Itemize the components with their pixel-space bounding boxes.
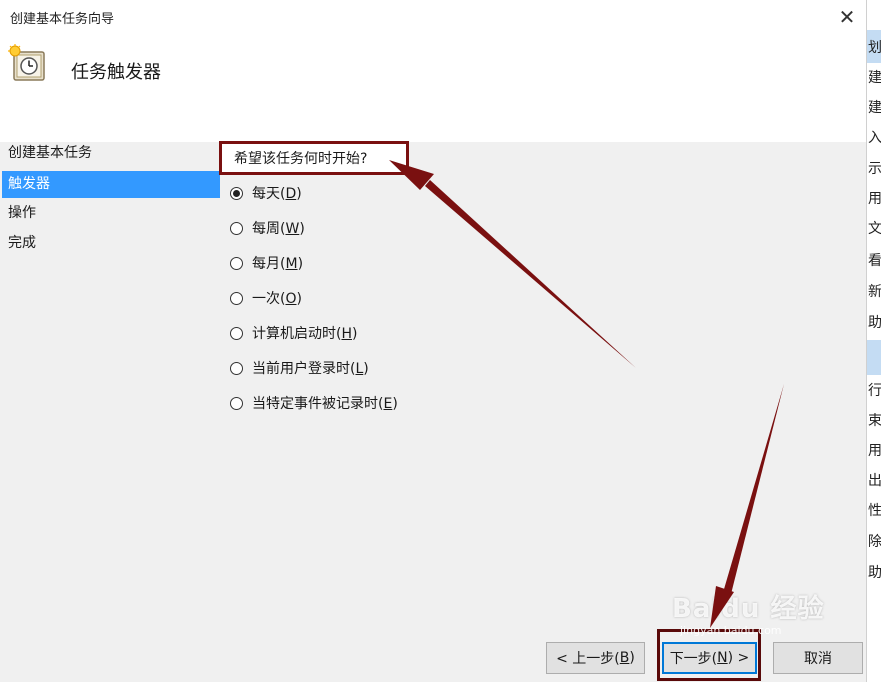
wizard-header: 任务触发器 (0, 34, 866, 142)
radio-at-startup[interactable]: 计算机启动时(H) (230, 321, 357, 345)
background-item: 示 (868, 161, 881, 177)
access-key: B (619, 650, 630, 666)
radio-button[interactable] (230, 291, 243, 305)
background-selection (867, 340, 881, 375)
label-text: 一次( (252, 291, 286, 307)
radio-button[interactable] (230, 396, 243, 410)
label-text: 每天( (252, 186, 286, 202)
nav-item-create-basic-task[interactable]: 创建基本任务 (2, 140, 220, 167)
button-label: < 上一步( (556, 651, 620, 667)
nav-item-label: 完成 (8, 235, 36, 251)
radio-button[interactable] (230, 361, 243, 375)
button-label: ) > (727, 650, 750, 666)
radio-label: 每天(D) (252, 183, 302, 203)
label-text: ) (296, 186, 302, 202)
background-item: 助 (868, 565, 881, 581)
page-title: 任务触发器 (71, 62, 161, 83)
background-item: 建 (868, 70, 881, 86)
radio-weekly[interactable]: 每周(W) (230, 216, 305, 240)
radio-button[interactable] (230, 221, 243, 235)
label-text: ) (299, 221, 305, 237)
back-button[interactable]: < 上一步(B) (546, 642, 645, 674)
radio-label: 每周(W) (252, 218, 305, 238)
nav-item-finish[interactable]: 完成 (2, 230, 220, 257)
radio-label: 一次(O) (252, 288, 302, 308)
background-item: 建 (868, 100, 881, 116)
close-button[interactable]: ✕ (832, 3, 862, 31)
access-key: D (285, 186, 297, 202)
access-key: H (341, 326, 352, 342)
radio-at-logon[interactable]: 当前用户登录时(L) (230, 356, 369, 380)
radio-label: 每月(M) (252, 253, 303, 273)
background-item: 除 (868, 534, 881, 550)
label-text: 当前用户登录时( (252, 361, 356, 377)
scheduled-task-clock-icon (8, 44, 45, 81)
window-title: 创建基本任务向导 (10, 12, 115, 27)
background-item: 助 (868, 315, 881, 331)
radio-button[interactable] (230, 326, 243, 340)
question-label: 希望该任务何时开始? (234, 151, 368, 167)
access-key: N (717, 650, 728, 666)
label-text: 每周( (252, 221, 286, 237)
nav-item-label: 创建基本任务 (8, 145, 92, 161)
radio-once[interactable]: 一次(O) (230, 286, 302, 310)
radio-button[interactable] (230, 256, 243, 270)
label-text: ) (297, 256, 304, 272)
label-text: 每月( (252, 256, 286, 272)
nav-item-action[interactable]: 操作 (2, 200, 220, 227)
close-icon: ✕ (838, 5, 856, 29)
background-item: 性 (868, 503, 881, 519)
background-item: 用 (868, 443, 881, 459)
radio-daily[interactable]: 每天(D) (230, 181, 302, 205)
title-bar: 创建基本任务向导 ✕ (0, 0, 866, 34)
radio-monthly[interactable]: 每月(M) (230, 251, 303, 275)
button-label: 下一步( (669, 651, 718, 667)
button-label: ) (629, 650, 635, 666)
button-label: 取消 (804, 651, 832, 667)
nav-item-label: 操作 (8, 205, 36, 221)
access-key: W (285, 221, 300, 237)
background-window: 划 建 建 入 示 用 文 看 新 助 行 束 用 出 性 除 助 (866, 0, 881, 682)
background-item: 文 (868, 221, 881, 237)
nav-item-label: 触发器 (8, 176, 50, 192)
background-item: 新 (868, 284, 881, 300)
access-key: M (285, 256, 298, 272)
label-text: ) (363, 361, 369, 377)
radio-label: 当特定事件被记录时(E) (252, 393, 398, 413)
cancel-button[interactable]: 取消 (773, 642, 863, 674)
label-text: 当特定事件被记录时( (252, 396, 384, 412)
background-item: 用 (868, 191, 881, 207)
background-item: 行 (868, 383, 881, 399)
background-item: 划 (868, 40, 881, 56)
radio-on-event[interactable]: 当特定事件被记录时(E) (230, 391, 398, 415)
radio-button-selected[interactable] (230, 186, 243, 200)
background-item: 入 (868, 130, 881, 146)
background-item: 束 (868, 413, 881, 429)
access-key: O (285, 291, 297, 307)
access-key: E (383, 396, 393, 412)
label-text: 计算机启动时( (252, 326, 342, 342)
task-wizard-dialog: 创建基本任务向导 ✕ 任务触发器 创建基本任务 触发器 操作 完成 希望该任务何… (0, 0, 866, 682)
nav-item-trigger[interactable]: 触发器 (2, 171, 220, 198)
background-item: 看 (868, 253, 881, 269)
trigger-question: 希望该任务何时开始? (219, 141, 409, 175)
next-button[interactable]: 下一步(N) > (662, 642, 757, 674)
radio-label: 当前用户登录时(L) (252, 358, 369, 378)
label-text: ) (392, 396, 398, 412)
background-item: 出 (868, 473, 881, 489)
label-text: ) (296, 291, 302, 307)
label-text: ) (352, 326, 358, 342)
radio-label: 计算机启动时(H) (252, 323, 357, 343)
